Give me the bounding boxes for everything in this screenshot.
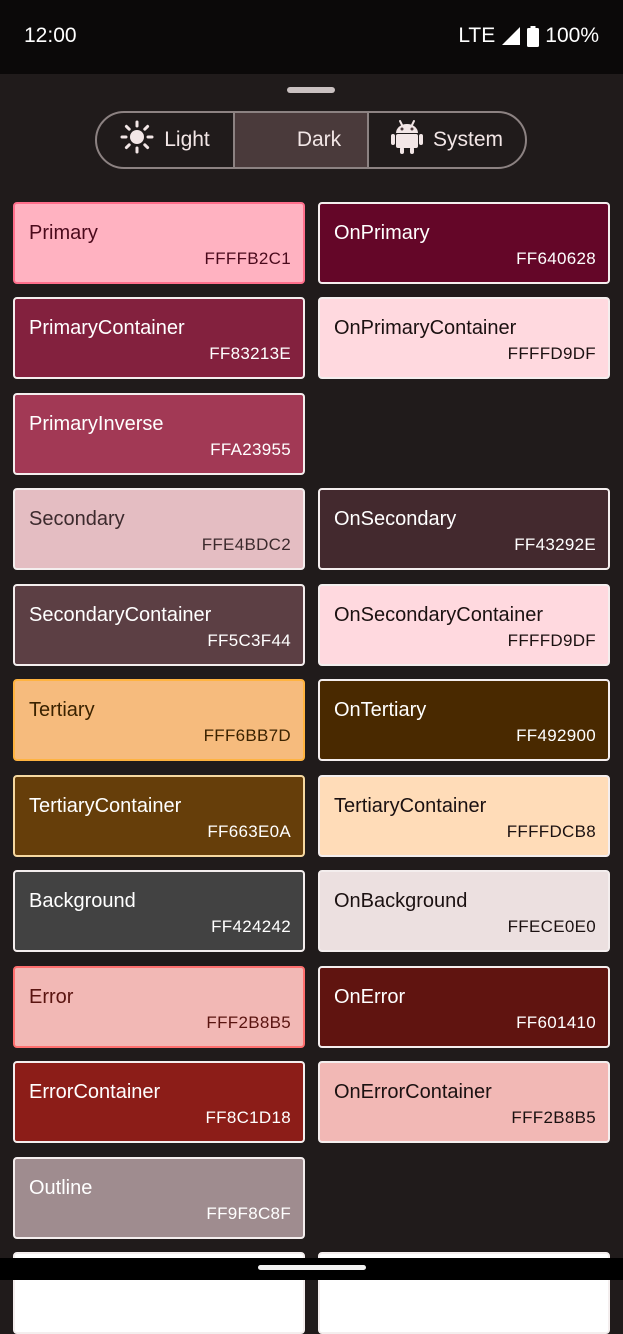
swatch-hex: FF492900 [516,726,596,745]
swatch-name: TertiaryContainer [29,795,182,817]
swatch-name: OnPrimaryContainer [334,317,517,339]
swatch-hex: FF83213E [209,344,291,363]
swatch-primary-container[interactable]: PrimaryContainer FF83213E [13,297,305,379]
moon-icon [261,120,287,160]
swatch-name: ErrorContainer [29,1081,161,1103]
swatch-name: TertiaryContainer [334,795,487,817]
swatch-name: OnBackground [334,890,468,912]
swatch-error-container[interactable]: ErrorContainer FF8C1D18 [13,1061,305,1143]
navigation-bar [0,1258,623,1280]
swatch-on-error-container[interactable]: OnErrorContainer FFF2B8B5 [318,1061,610,1143]
swatch-primary[interactable]: Primary FFFFB2C1 [13,202,305,284]
swatch-on-error[interactable]: OnError FF601410 [318,966,610,1048]
swatch-hex: FFFFB2C1 [204,249,291,268]
swatch-hex: FFECE0E0 [507,917,596,936]
swatch-name: Error [29,986,74,1008]
swatch-hex: FFFFDCB8 [506,822,596,841]
swatch-on-primary[interactable]: OnPrimary FF640628 [318,202,610,284]
swatch-name: PrimaryInverse [29,413,164,435]
swatch-name: Outline [29,1177,93,1199]
status-time: 12:00 [24,24,77,47]
theme-light-button[interactable]: Light [97,113,233,167]
swatch-name: Tertiary [29,699,95,721]
swatch-hex: FFFFD9DF [507,344,596,363]
swatch-name: Background [29,890,136,912]
swatch-on-tertiary[interactable]: OnTertiary FF492900 [318,679,610,761]
sun-icon [120,120,154,160]
status-bar: 12:00 LTE 100% [0,0,623,74]
swatch-on-tertiary-container[interactable]: TertiaryContainer FFFFDCB8 [318,775,610,857]
theme-dark-label: Dark [296,128,342,151]
swatch-hex: FFF2B8B5 [206,1013,291,1032]
swatch-name: OnSecondaryContainer [334,604,544,626]
theme-light-label: Light [164,128,210,151]
swatch-hex: FFA23955 [210,440,291,459]
drag-handle[interactable] [287,87,335,93]
swatch-on-secondary-container[interactable]: OnSecondaryContainer FFFFD9DF [318,584,610,666]
swatch-name: SecondaryContainer [29,604,212,626]
swatch-hex: FF43292E [514,535,596,554]
swatch-hex: FF424242 [211,917,291,936]
swatch-hex: FFF6BB7D [203,726,291,745]
swatch-on-primary-container[interactable]: OnPrimaryContainer FFFFD9DF [318,297,610,379]
swatch-name: OnErrorContainer [334,1081,492,1103]
swatch-hex: FF601410 [516,1013,596,1032]
swatch-name: Primary [29,222,98,244]
swatch-hex: FFE4BDC2 [201,535,291,554]
swatch-hex: FF9F8C8F [206,1204,291,1223]
swatch-tertiary-container[interactable]: TertiaryContainer FF663E0A [13,775,305,857]
battery-percent: 100% [545,24,599,47]
android-icon [390,119,423,161]
swatch-hex: FF5C3F44 [207,631,291,650]
battery-icon [527,25,540,47]
theme-system-button[interactable]: System [367,113,525,167]
theme-segmented-control: Light Dark System [95,111,527,169]
swatch-name: OnSecondary [334,508,457,530]
swatch-primary-inverse[interactable]: PrimaryInverse FFA23955 [13,393,305,475]
swatch-name: Secondary [29,508,125,530]
swatch-error[interactable]: Error FFF2B8B5 [13,966,305,1048]
swatch-hex: FFFFD9DF [507,631,596,650]
swatch-hex: FF663E0A [207,822,291,841]
swatch-background[interactable]: Background FF424242 [13,870,305,952]
swatch-on-background[interactable]: OnBackground FFECE0E0 [318,870,610,952]
home-gesture-pill[interactable] [258,1265,366,1270]
status-icons: LTE 100% [458,24,599,48]
bottom-sheet: Light Dark System Primary FFFFB2C1 OnPri… [0,74,623,1334]
swatch-hex: FF640628 [516,249,596,268]
swatch-outline[interactable]: Outline FF9F8C8F [13,1157,305,1239]
swatch-name: OnError [334,986,406,1008]
swatch-name: OnPrimary [334,222,430,244]
swatch-secondary-container[interactable]: SecondaryContainer FF5C3F44 [13,584,305,666]
network-label: LTE [458,24,496,47]
swatch-secondary[interactable]: Secondary FFE4BDC2 [13,488,305,570]
theme-system-label: System [432,128,503,151]
swatch-name: OnTertiary [334,699,427,721]
theme-dark-button[interactable]: Dark [233,113,367,167]
swatch-tertiary[interactable]: Tertiary FFF6BB7D [13,679,305,761]
swatch-hex: FF8C1D18 [205,1108,291,1127]
swatch-name: PrimaryContainer [29,317,185,339]
swatch-on-secondary[interactable]: OnSecondary FF43292E [318,488,610,570]
signal-icon [501,26,521,46]
swatch-hex: FFF2B8B5 [511,1108,596,1127]
